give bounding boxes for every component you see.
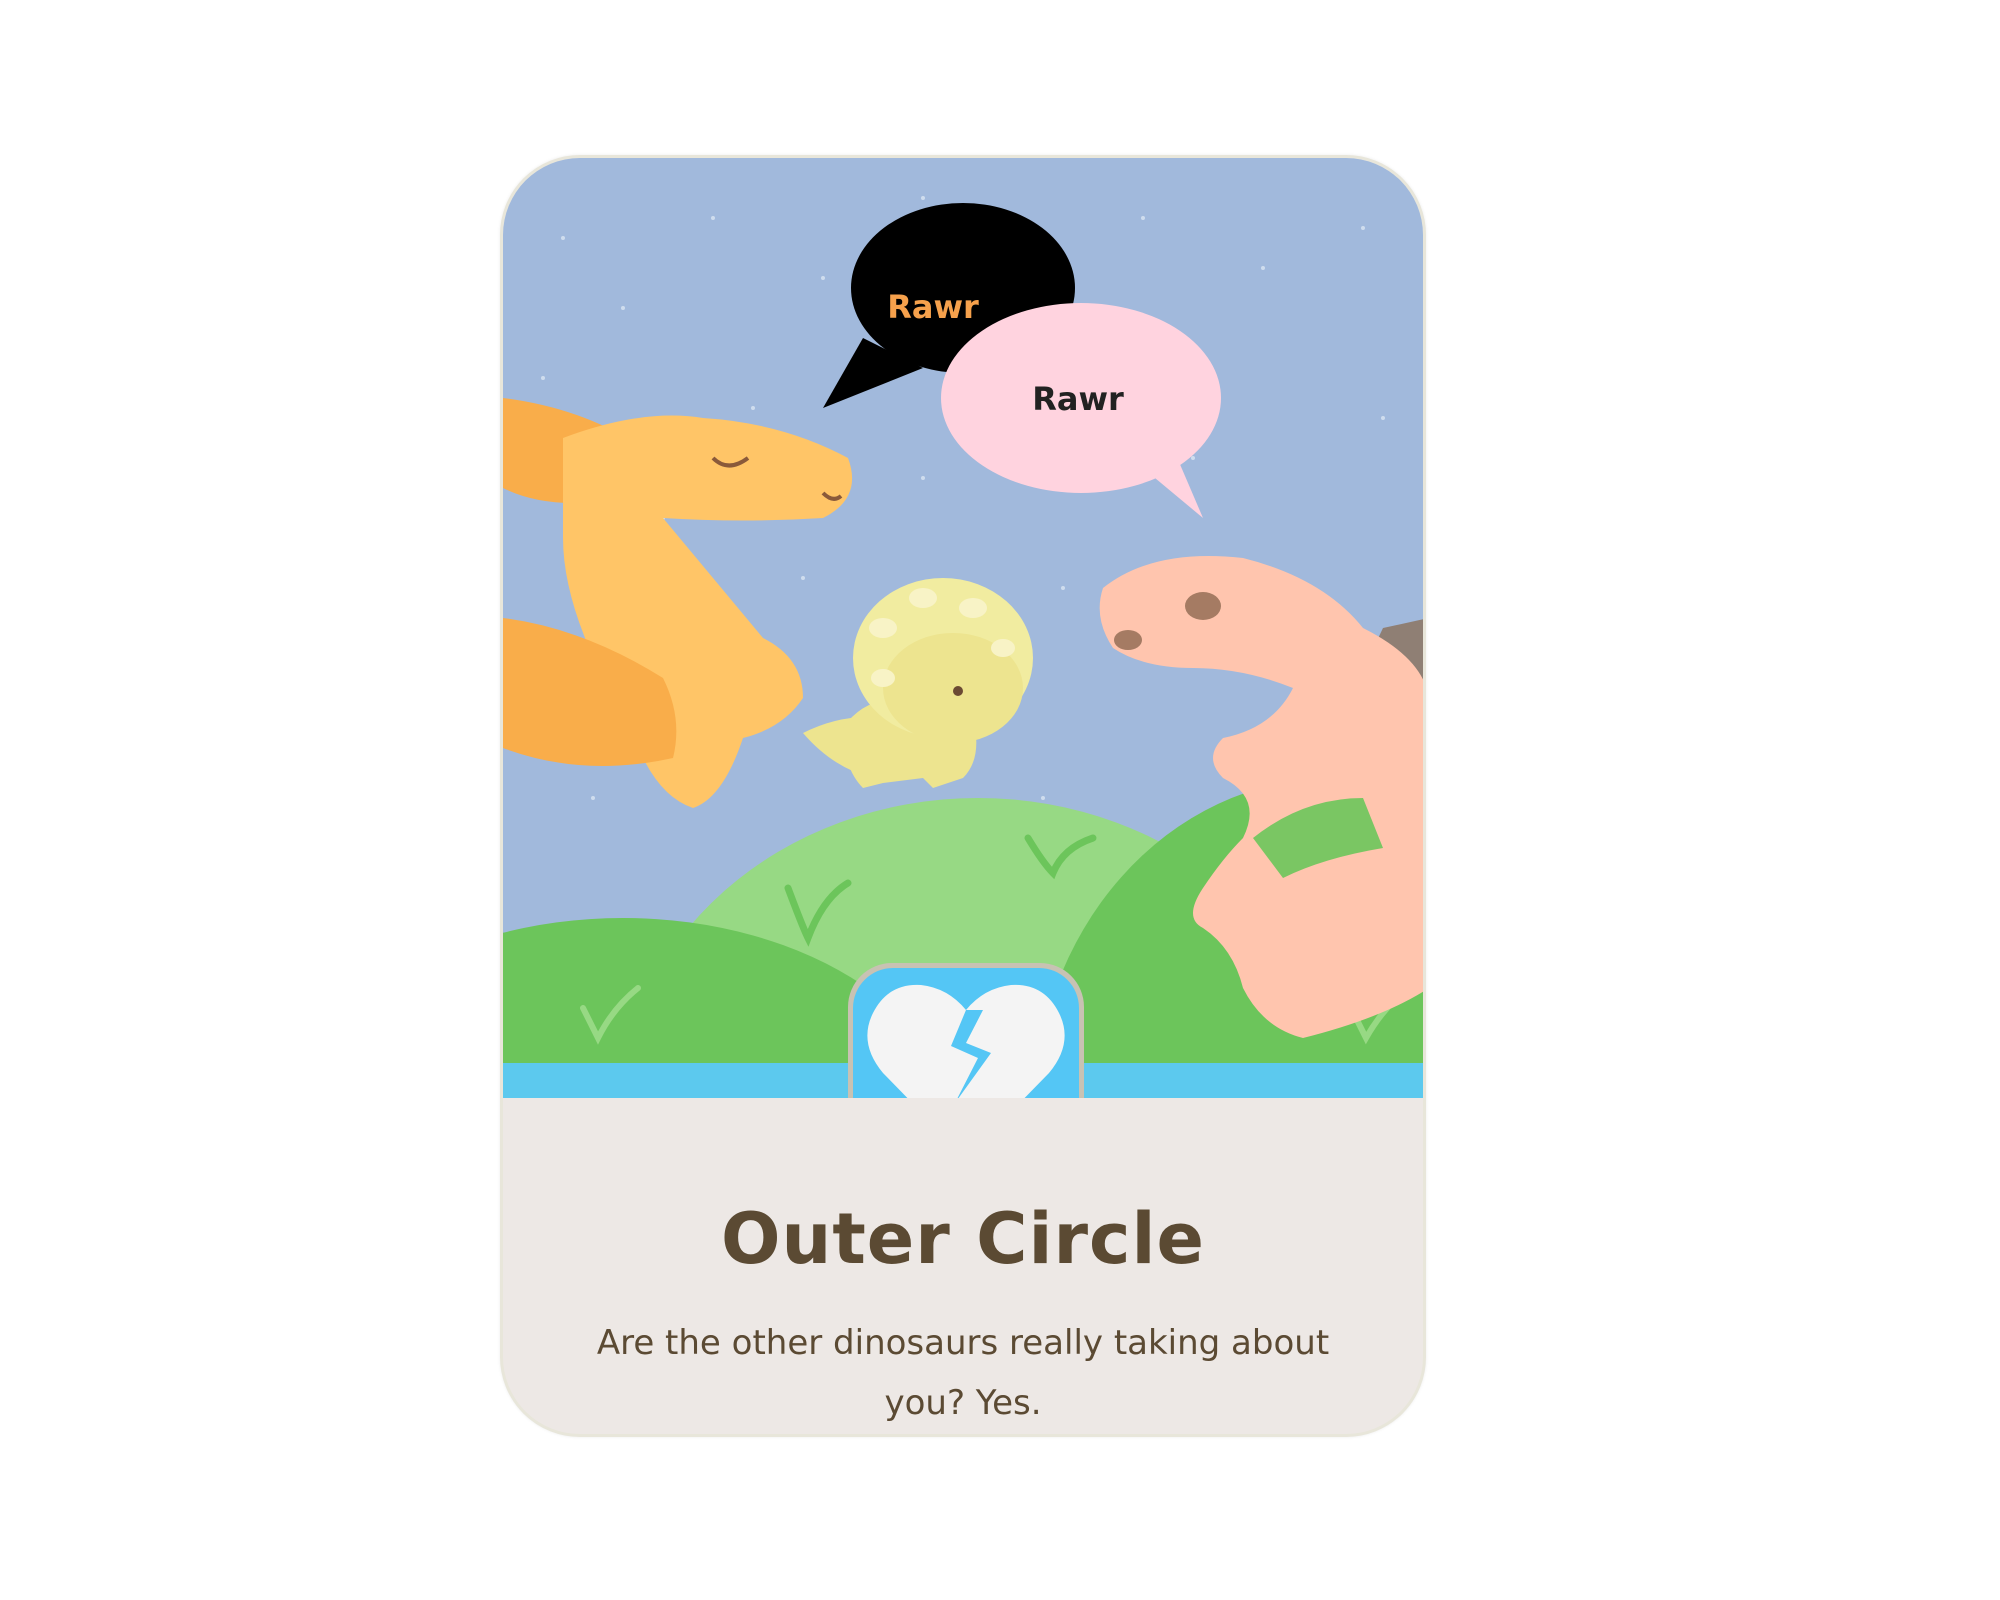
- card-title: Outer Circle: [720, 1198, 1206, 1280]
- card-illustration: Rawr Rawr: [503, 158, 1423, 1098]
- svg-text:Rawr: Rawr: [1032, 380, 1124, 418]
- card[interactable]: Rawr Rawr Outer Circle Are the other din…: [500, 155, 1426, 1437]
- svg-text:Rawr: Rawr: [887, 288, 979, 326]
- card-description: Are the other dinosaurs really taking ab…: [596, 1323, 1330, 1423]
- category-badge: [848, 963, 1084, 1098]
